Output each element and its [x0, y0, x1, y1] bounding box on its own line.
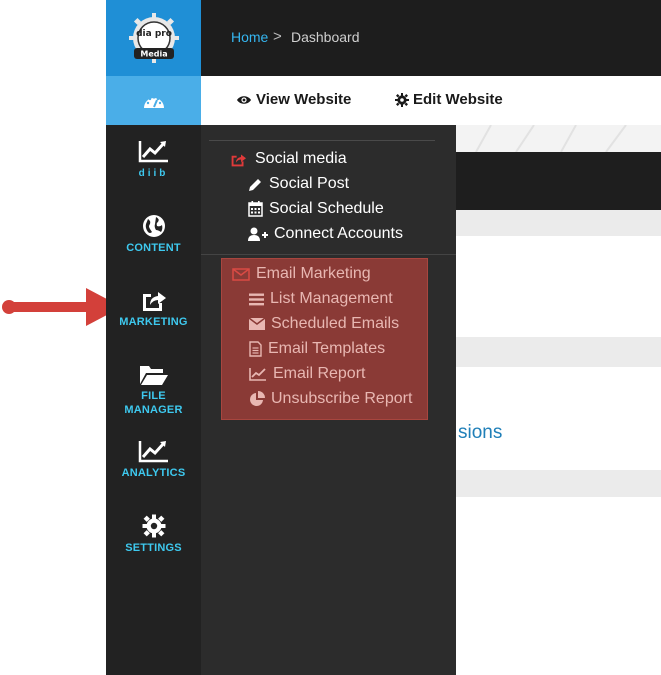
chart-line-icon — [138, 141, 168, 163]
brand-logo[interactable]: dia pro Media — [106, 0, 201, 76]
chart-line-icon — [138, 441, 168, 463]
add-user-icon — [248, 227, 268, 241]
sidebar-item-label: MARKETING — [119, 316, 188, 328]
left-sidebar: dia pro Media diib CONTENT MARKETING FIL… — [106, 0, 201, 675]
share-icon — [142, 292, 166, 311]
breadcrumb-separator: > — [273, 28, 282, 45]
sidebar-item-label-2: MANAGER — [124, 404, 183, 416]
pie-chart-icon — [250, 391, 265, 406]
background-grey-band — [456, 337, 661, 367]
divider — [209, 140, 435, 141]
sidebar-item-analytics[interactable]: ANALYTICS — [106, 439, 201, 479]
view-website-button[interactable]: View Website — [236, 91, 351, 108]
menu-item-label: Unsubscribe Report — [271, 390, 413, 407]
sidebar-item-label: FILE — [141, 390, 166, 402]
view-website-label: View Website — [256, 91, 352, 108]
menu-social-media-label: Social media — [255, 150, 347, 167]
top-header: Home > Dashboard — [201, 0, 661, 76]
document-icon — [249, 341, 262, 357]
sidebar-item-diib[interactable]: diib — [106, 139, 201, 179]
sidebar-item-label: CONTENT — [126, 242, 181, 254]
sidebar-item-file-manager[interactable]: FILE MANAGER — [106, 364, 201, 416]
breadcrumb-home-link[interactable]: Home — [231, 29, 268, 45]
menu-item-social-schedule[interactable]: Social Schedule — [248, 200, 384, 218]
background-partial-text: sions — [458, 422, 503, 443]
share-icon — [231, 154, 246, 166]
page-toolbar: View Website Edit Website — [201, 76, 661, 125]
sidebar-item-content[interactable]: CONTENT — [106, 214, 201, 254]
sidebar-item-settings[interactable]: SETTINGS — [106, 514, 201, 554]
menu-item-label: Scheduled Emails — [271, 315, 400, 332]
sidebar-item-label: diib — [138, 168, 169, 179]
calendar-icon — [248, 201, 263, 217]
menu-item-label: Social Post — [269, 175, 350, 192]
dashboard-nav-button[interactable] — [106, 76, 201, 125]
menu-social-media[interactable]: Social media — [230, 150, 347, 168]
menu-item-label: List Management — [270, 290, 393, 307]
breadcrumb-current: Dashboard — [291, 29, 360, 45]
gear-icon — [395, 92, 409, 107]
envelope-icon — [249, 318, 265, 330]
menu-item-label: Connect Accounts — [274, 225, 403, 242]
background-grey-band — [456, 470, 661, 497]
gear-icon — [142, 514, 165, 538]
logo-text: Media — [140, 50, 167, 59]
globe-icon — [142, 215, 165, 237]
sidebar-item-label: SETTINGS — [125, 542, 182, 554]
edit-website-button[interactable]: Edit Website — [395, 91, 503, 108]
dashboard-gauge-icon — [143, 95, 164, 108]
menu-item-unsubscribe-report[interactable]: Unsubscribe Report — [249, 390, 412, 408]
menu-item-email-report[interactable]: Email Report — [249, 365, 365, 383]
logo-mark-text: dia pro — [136, 29, 172, 39]
sidebar-item-label: ANALYTICS — [121, 467, 186, 479]
menu-item-list-management[interactable]: List Management — [249, 290, 393, 308]
pencil-icon — [249, 178, 261, 191]
marketing-flyout-menu: Social media Social Post Social Schedule… — [201, 125, 456, 675]
brand-logo-icon: dia pro Media — [128, 13, 179, 63]
menu-email-marketing-label: Email Marketing — [256, 265, 371, 282]
chart-line-icon — [249, 368, 266, 381]
menu-email-marketing[interactable]: Email Marketing — [232, 265, 371, 283]
eye-icon — [237, 95, 251, 104]
menu-item-email-templates[interactable]: Email Templates — [249, 340, 385, 358]
menu-item-label: Social Schedule — [269, 200, 384, 217]
envelope-icon — [232, 267, 250, 281]
sidebar-item-marketing[interactable]: MARKETING — [106, 288, 201, 328]
menu-item-connect-accounts[interactable]: Connect Accounts — [248, 225, 403, 243]
menu-item-scheduled-emails[interactable]: Scheduled Emails — [249, 315, 399, 333]
background-dark-band — [456, 152, 661, 210]
email-marketing-section: Email Marketing List Management Schedule… — [221, 258, 428, 420]
list-icon — [249, 293, 264, 305]
menu-item-label: Email Report — [273, 365, 366, 382]
background-grey-band — [456, 210, 661, 236]
folder-open-icon — [139, 366, 168, 385]
menu-item-label: Email Templates — [268, 340, 386, 357]
edit-website-label: Edit Website — [413, 91, 503, 108]
background-banner — [456, 124, 661, 153]
menu-item-social-post[interactable]: Social Post — [248, 175, 349, 193]
divider — [201, 254, 456, 255]
